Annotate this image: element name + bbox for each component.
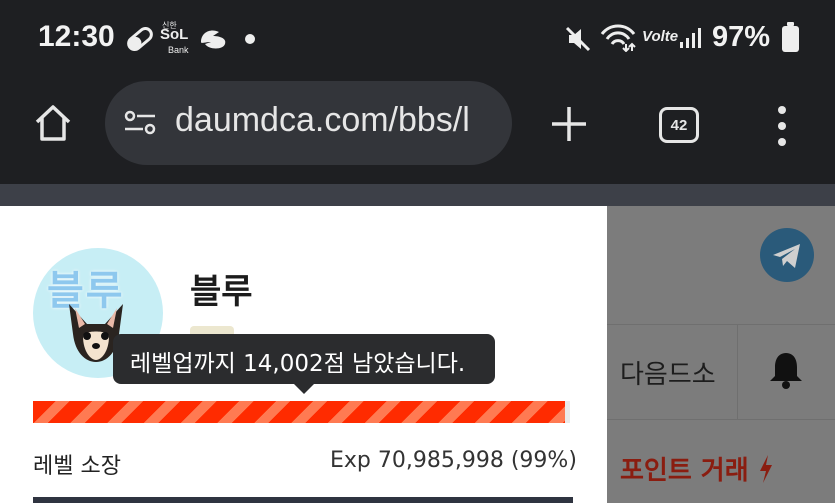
telegram-icon[interactable] <box>760 228 814 282</box>
exp-progress-bar <box>33 401 570 423</box>
tab-switcher-button[interactable]: 42 <box>659 107 699 143</box>
point-trade-link[interactable]: 포인트 거래 <box>620 450 774 487</box>
exp-progress-fill <box>33 401 565 423</box>
card-bottom-bar <box>33 497 573 503</box>
wifi-icon <box>600 24 636 52</box>
divider <box>737 324 738 420</box>
profile-card: 블루 블루 소장 레벨업까지 14,002점 남았습니다. 레벨 소장 Exp … <box>0 206 607 503</box>
home-icon[interactable] <box>32 102 74 144</box>
signal-icon <box>680 28 701 48</box>
swirl-icon <box>201 30 226 49</box>
web-page: 다음드소 포인트 거래 블루 블루 소장 <box>0 184 835 503</box>
bell-icon[interactable] <box>767 350 805 390</box>
nickname: 블루 <box>190 272 253 312</box>
browser-toolbar: daumdca.com/bbs/l 42 <box>0 80 835 184</box>
mute-icon <box>565 26 591 52</box>
sol-bank-icon: 신한 SoL Bank <box>160 20 194 58</box>
background-row-text[interactable]: 다음드소 <box>620 354 720 391</box>
battery-percent: 97% <box>712 21 771 53</box>
tooltip-text: 레벨업까지 14,002점 남았습니다. <box>130 351 466 377</box>
lightning-icon <box>759 455 772 483</box>
point-trade-label: 포인트 거래 <box>620 456 749 486</box>
url-bar[interactable]: daumdca.com/bbs/l <box>105 81 512 165</box>
battery-icon <box>782 22 799 52</box>
level-up-tooltip: 레벨업까지 14,002점 남았습니다. <box>113 334 495 394</box>
level-label: 레벨 소장 <box>33 454 121 479</box>
new-tab-icon[interactable] <box>550 105 588 143</box>
volte-icon: Volte <box>642 28 679 45</box>
sol-big-text: SoL <box>160 26 189 43</box>
more-menu-icon[interactable] <box>776 106 788 146</box>
notification-dot-icon <box>245 34 255 44</box>
site-settings-icon[interactable] <box>123 108 159 138</box>
exp-text: Exp 70,985,998 (99%) <box>330 448 577 473</box>
url-text[interactable]: daumdca.com/bbs/l <box>175 101 470 140</box>
status-bar: 12:30 신한 SoL Bank Volte 97% <box>0 0 835 80</box>
pill-icon <box>127 27 153 51</box>
sol-bank-text: Bank <box>168 45 189 55</box>
clock: 12:30 <box>38 20 115 53</box>
page-header-strip <box>0 184 835 206</box>
